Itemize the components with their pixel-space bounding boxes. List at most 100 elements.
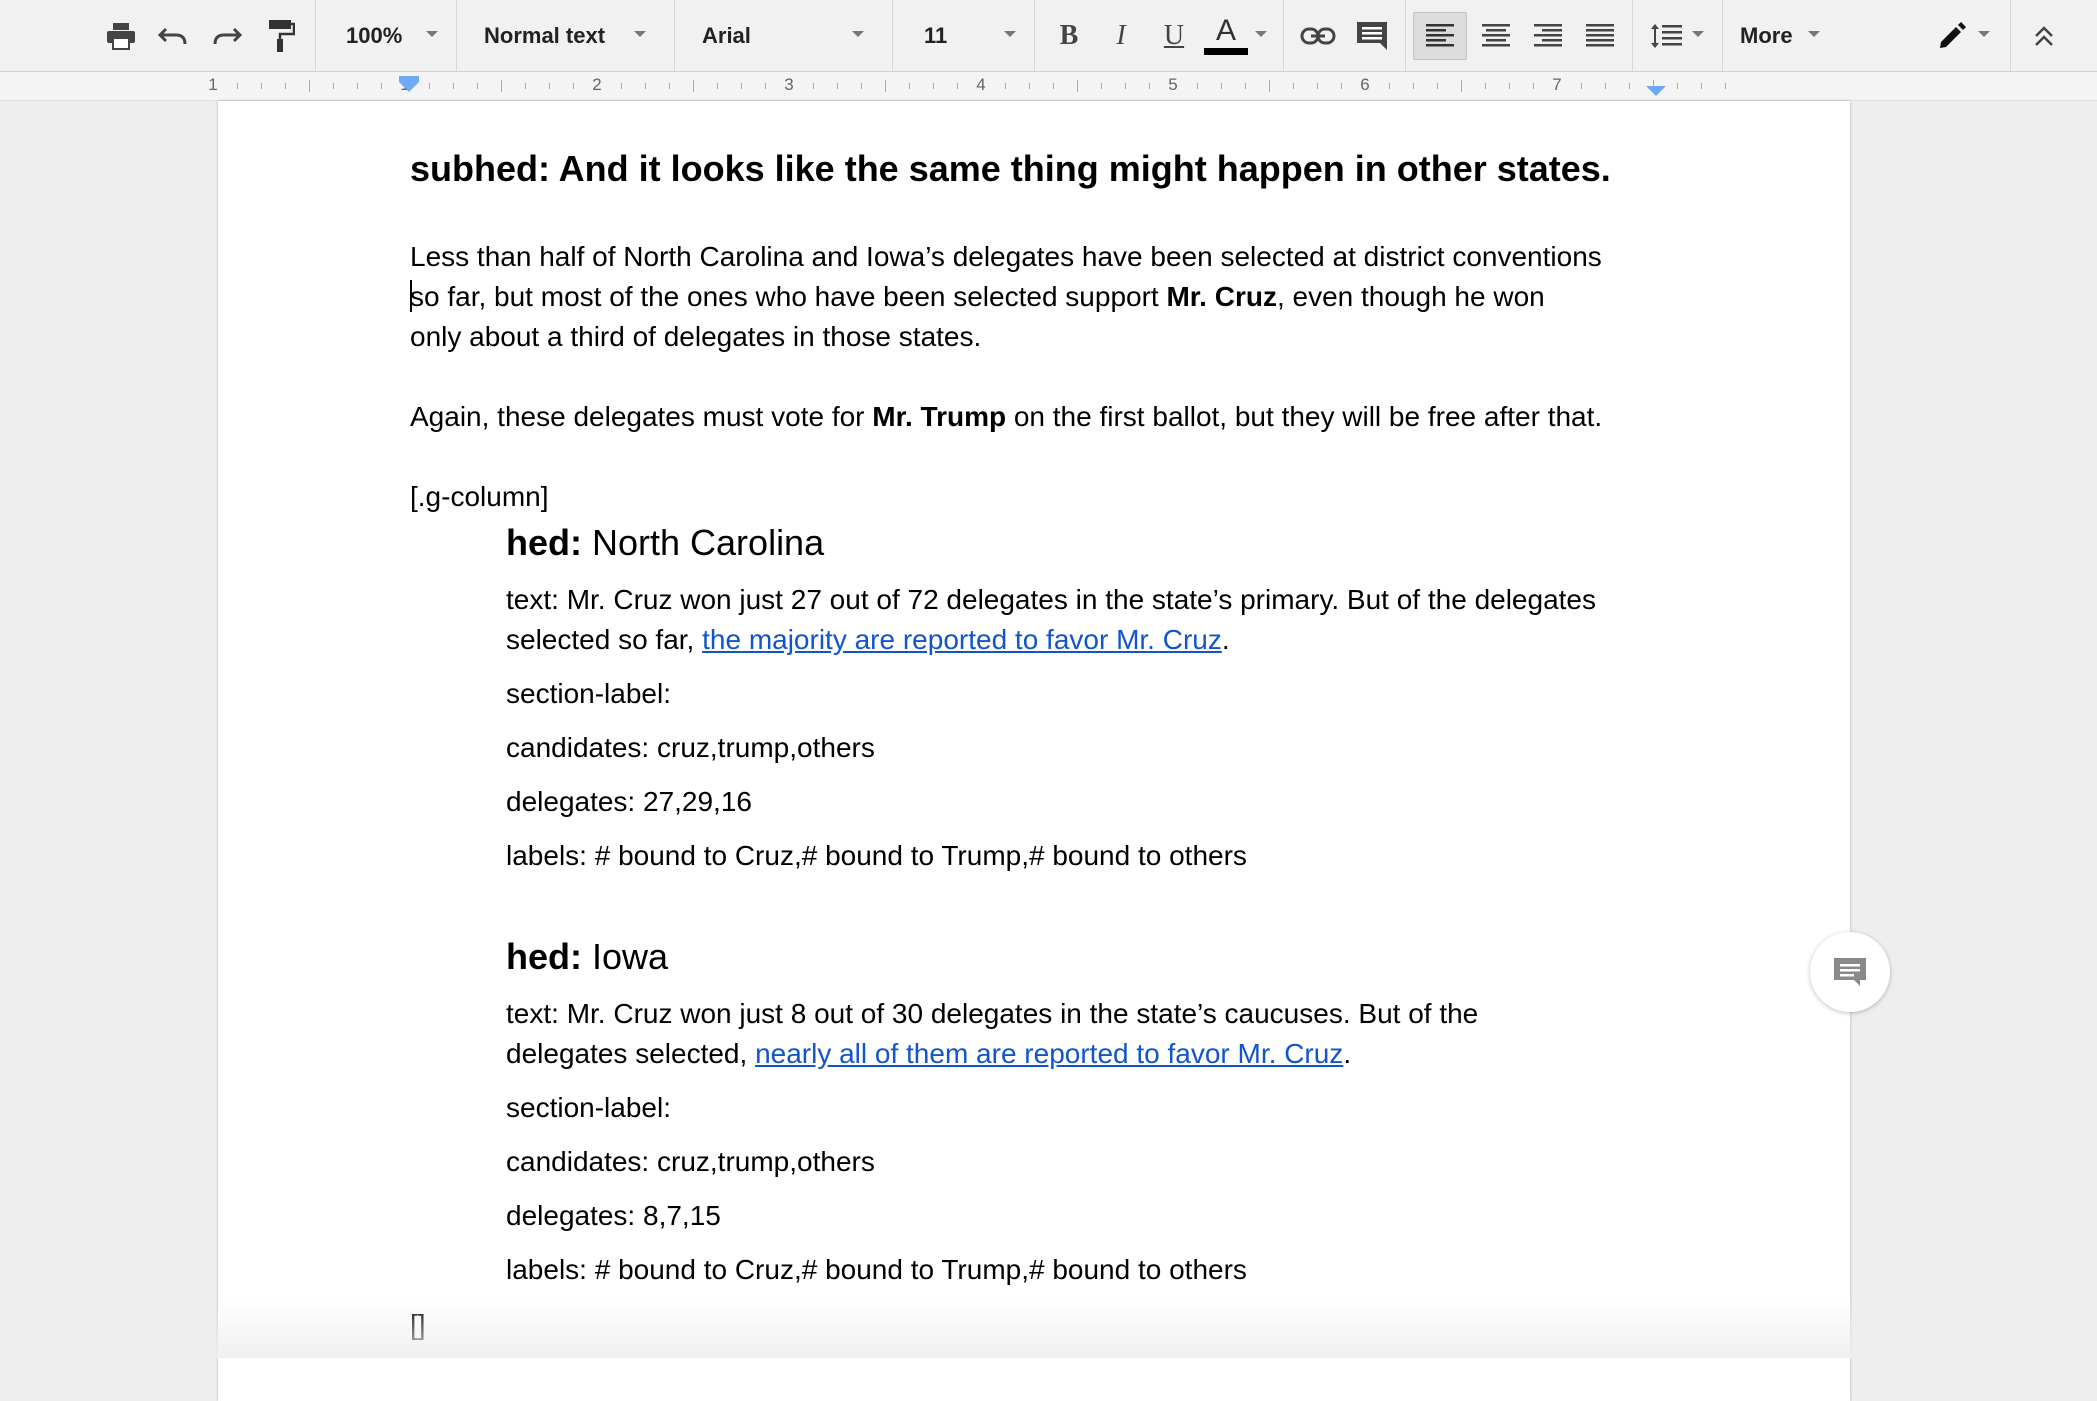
horizontal-ruler[interactable]: 11234567	[0, 72, 2097, 101]
chevron-down-icon[interactable]	[1978, 31, 1990, 37]
column-close-tag: []	[410, 1309, 426, 1340]
chevron-down-icon	[426, 31, 438, 37]
subhed-line: subhed: And it looks like the same thing…	[410, 148, 1611, 189]
ruler-tick	[1437, 83, 1438, 89]
ruler-tick	[765, 83, 766, 89]
add-comment-button[interactable]	[1810, 932, 1890, 1012]
paragraph-line: so far, but most of the ones who have be…	[410, 280, 1545, 312]
ruler-tick	[693, 80, 694, 92]
ruler-tick	[1245, 83, 1246, 89]
ruler-tick	[1725, 83, 1726, 89]
ruler-tick	[1533, 83, 1534, 89]
ruler-tick	[525, 83, 526, 89]
ruler-tick	[309, 80, 310, 92]
ruler-number: 1	[208, 75, 218, 94]
paragraph-style-select[interactable]: Normal text	[470, 0, 660, 71]
ruler-tick	[1485, 83, 1486, 89]
ruler-tick	[1413, 83, 1414, 89]
font-size-select[interactable]: 11	[906, 0, 1026, 71]
editing-mode-button[interactable]	[1934, 0, 1970, 71]
paint-roller-icon	[269, 19, 295, 52]
ruler-tick	[1221, 83, 1222, 89]
ruler-tick	[429, 83, 430, 89]
align-left-button[interactable]	[1413, 12, 1467, 60]
chevron-down-icon[interactable]	[1255, 31, 1267, 37]
ruler-tick	[1341, 83, 1342, 89]
zoom-value: 100%	[346, 22, 403, 48]
double-chevron-up-icon	[2035, 25, 2053, 46]
ruler-tick	[1269, 80, 1270, 92]
more-label: More	[1740, 22, 1793, 48]
pencil-icon	[1940, 21, 1966, 48]
section-link[interactable]: the majority are reported to favor Mr. C…	[702, 624, 1222, 655]
align-center-icon	[1482, 23, 1510, 46]
chevron-down-icon[interactable]	[1692, 31, 1704, 37]
candidates-line: candidates: cruz,trump,others	[506, 1146, 875, 1177]
font-family-select[interactable]: Arial	[688, 0, 878, 71]
toolbar-divider	[1722, 0, 1723, 71]
ruler-tick	[1053, 83, 1054, 89]
toolbar-divider	[1405, 0, 1406, 71]
paragraph-line: only about a third of delegates in those…	[410, 321, 982, 352]
ruler-tick	[285, 83, 286, 89]
undo-button[interactable]	[155, 0, 191, 71]
first-line-indent-marker[interactable]	[399, 82, 419, 92]
ruler-tick	[453, 83, 454, 89]
document-page[interactable]: subhed: And it looks like the same thing…	[218, 101, 1850, 1401]
align-justify-button[interactable]	[1580, 0, 1620, 71]
paint-format-button[interactable]	[263, 0, 299, 71]
bold-button[interactable]: B	[1052, 0, 1086, 71]
toolbar-divider	[1034, 0, 1035, 71]
ruler-tick	[1605, 83, 1606, 89]
section-hed: hed: North Carolina	[506, 522, 825, 563]
insert-link-button[interactable]	[1298, 0, 1338, 71]
align-justify-icon	[1586, 23, 1614, 46]
toolbar-divider	[892, 0, 893, 71]
align-left-icon	[1426, 24, 1454, 47]
toolbar-divider	[1632, 0, 1633, 71]
ruler-number: 4	[976, 75, 986, 94]
align-right-button[interactable]	[1528, 0, 1568, 71]
font-size-value: 11	[924, 22, 948, 48]
ruler-tick	[885, 80, 886, 92]
chevron-down-icon	[1808, 31, 1820, 37]
ruler-tick	[1005, 83, 1006, 89]
labels-line: labels: # bound to Cruz,# bound to Trump…	[506, 840, 1247, 871]
delegates-line: delegates: 8,7,15	[506, 1200, 721, 1231]
text-color-swatch	[1204, 48, 1248, 55]
ruler-tick	[1293, 83, 1294, 89]
ruler-tick	[1677, 83, 1678, 89]
more-menu-button[interactable]: More	[1728, 0, 1828, 71]
ruler-tick	[1077, 80, 1078, 92]
ruler-number: 7	[1552, 75, 1562, 94]
ruler-number: 2	[592, 75, 602, 94]
text-color-button[interactable]: A	[1202, 0, 1250, 71]
zoom-select[interactable]: 100%	[330, 0, 450, 71]
link-icon	[1300, 27, 1336, 44]
ruler-tick	[357, 83, 358, 89]
collapse-toolbar-button[interactable]	[2024, 0, 2064, 71]
ruler-tick	[813, 83, 814, 89]
comment-icon	[1357, 21, 1387, 50]
right-indent-marker[interactable]	[1646, 86, 1666, 96]
ruler-tick	[933, 83, 934, 89]
ruler-tick	[909, 83, 910, 89]
insert-comment-button[interactable]	[1352, 0, 1392, 71]
candidates-line: candidates: cruz,trump,others	[506, 732, 875, 763]
ruler-tick	[621, 83, 622, 89]
left-indent-marker[interactable]	[399, 76, 419, 82]
italic-button[interactable]: I	[1104, 0, 1138, 71]
underline-button[interactable]: U	[1157, 0, 1191, 71]
ruler-tick	[1461, 80, 1462, 92]
section-text-line: text: Mr. Cruz won just 8 out of 30 dele…	[506, 998, 1479, 1029]
section-link[interactable]: nearly all of them are reported to favor…	[755, 1038, 1343, 1069]
redo-button[interactable]	[209, 0, 245, 71]
redo-icon	[213, 27, 242, 44]
line-spacing-button[interactable]	[1645, 0, 1687, 71]
align-center-button[interactable]	[1476, 0, 1516, 71]
toolbar-divider	[674, 0, 675, 71]
ruler-tick	[1101, 83, 1102, 89]
font-family-value: Arial	[702, 22, 751, 48]
print-button[interactable]	[103, 0, 139, 71]
italic-icon: I	[1116, 19, 1126, 51]
